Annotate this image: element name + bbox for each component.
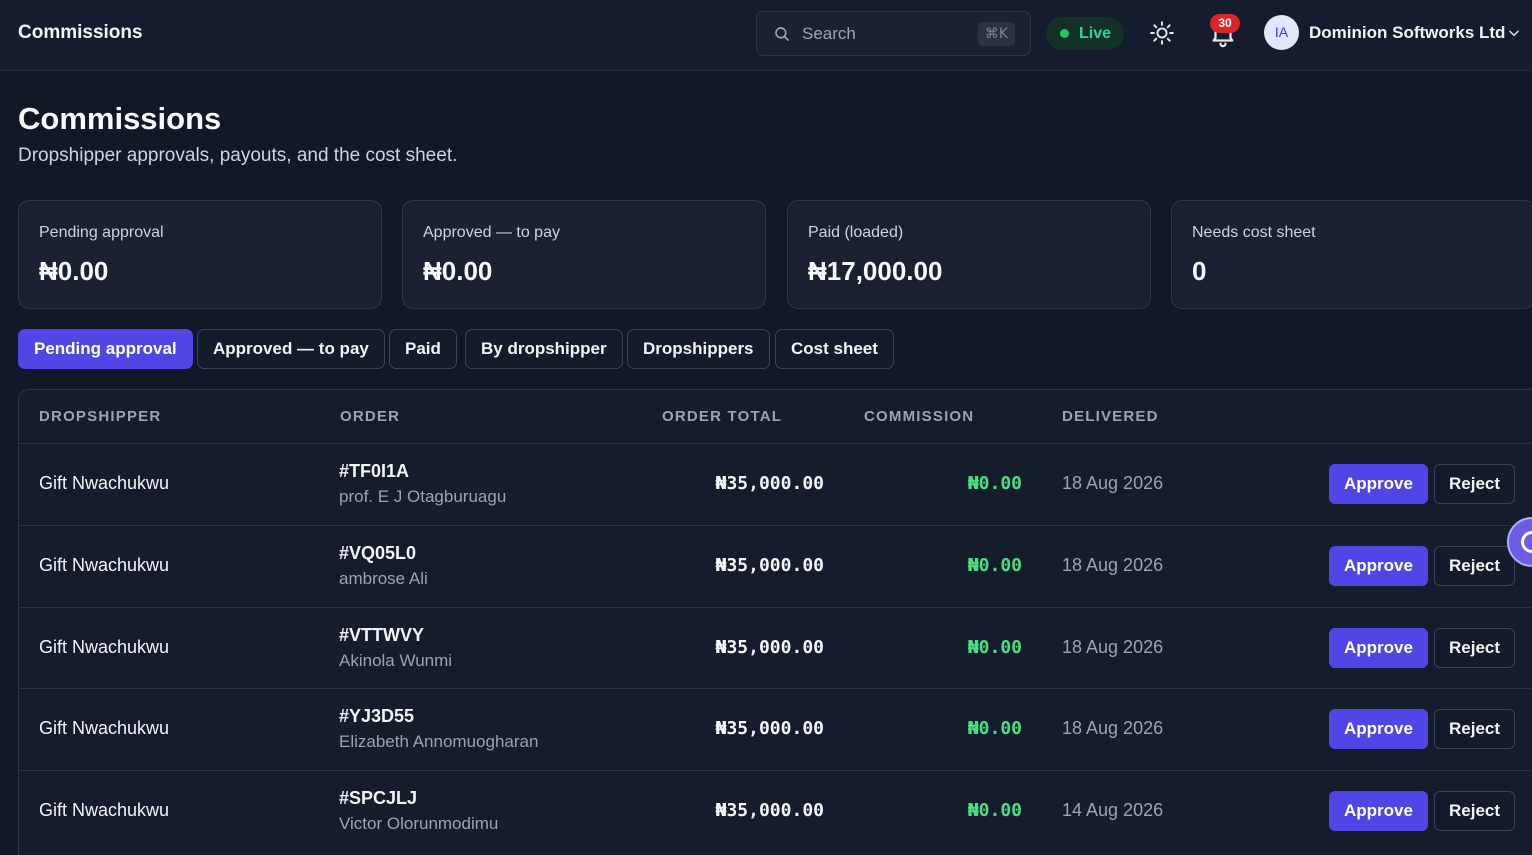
stat-card-pending-approval: Pending approval ₦0.00 <box>18 200 382 309</box>
search-box[interactable]: ⌘K <box>756 11 1031 56</box>
reject-button[interactable]: Reject <box>1434 791 1515 831</box>
commission-amount: ₦0.00 <box>967 555 1022 576</box>
delivered-date: 18 Aug 2026 <box>1062 637 1164 657</box>
stat-label: Paid (loaded) <box>808 224 904 241</box>
notification-count-badge: 30 <box>1210 14 1240 33</box>
order-id[interactable]: #TF0I1A <box>339 461 409 482</box>
table-row: Gift Nwachukwu #VQ05L0 ambrose Ali ₦35,0… <box>19 525 1532 607</box>
tab-dropshippers[interactable]: Dropshippers <box>627 329 770 369</box>
stat-card-paid-loaded: Paid (loaded) ₦17,000.00 <box>787 200 1151 309</box>
order-id[interactable]: #VQ05L0 <box>339 543 416 564</box>
search-icon <box>775 27 789 41</box>
stat-value: ₦0.00 <box>39 256 109 286</box>
commission-amount: ₦0.00 <box>967 718 1022 739</box>
column-header-dropshipper: Dropshipper <box>39 408 162 425</box>
commission-amount: ₦0.00 <box>967 800 1022 821</box>
commissions-table: Dropshipper Order Order total Commission… <box>18 389 1532 855</box>
tab-pending-approval[interactable]: Pending approval <box>18 329 193 369</box>
dropshipper-name: Gift Nwachukwu <box>39 473 170 493</box>
order-id[interactable]: #SPCJLJ <box>339 788 417 809</box>
order-total: ₦35,000.00 <box>715 718 824 739</box>
search-input[interactable] <box>802 22 962 46</box>
stat-value: 0 <box>1192 256 1207 286</box>
stat-label: Approved — to pay <box>423 224 560 241</box>
column-header-order-total: Order total <box>662 408 783 425</box>
reject-button[interactable]: Reject <box>1434 464 1515 504</box>
assistant-icon <box>1521 531 1532 553</box>
customer-name: prof. E J Otagburuagu <box>339 487 507 506</box>
commission-amount: ₦0.00 <box>967 637 1022 658</box>
app-title: Commissions <box>18 22 143 43</box>
reject-button[interactable]: Reject <box>1434 546 1515 586</box>
order-total: ₦35,000.00 <box>715 637 824 658</box>
approve-button[interactable]: Approve <box>1329 628 1428 668</box>
tab-by-dropshipper[interactable]: By dropshipper <box>465 329 623 369</box>
commission-amount: ₦0.00 <box>967 473 1022 494</box>
table-row: Gift Nwachukwu #YJ3D55 Elizabeth Annomuo… <box>19 688 1532 770</box>
reject-button[interactable]: Reject <box>1434 709 1515 749</box>
tab-paid[interactable]: Paid <box>389 329 457 369</box>
tab-approved-to-pay[interactable]: Approved — to pay <box>197 329 385 369</box>
column-header-delivered: Delivered <box>1062 408 1159 425</box>
customer-name: Victor Olorunmodimu <box>339 814 499 833</box>
stat-value: ₦0.00 <box>423 256 493 286</box>
order-id[interactable]: #VTTWVY <box>339 625 424 646</box>
top-bar: Commissions ⌘K Live 30 IA Dominion Softw… <box>0 0 1532 71</box>
table-row: Gift Nwachukwu #VTTWVY Akinola Wunmi ₦35… <box>19 607 1532 689</box>
order-total: ₦35,000.00 <box>715 555 824 576</box>
org-name[interactable]: Dominion Softworks Ltd <box>1309 23 1505 43</box>
customer-name: Akinola Wunmi <box>339 651 453 670</box>
table-row: Gift Nwachukwu #SPCJLJ Victor Olorunmodi… <box>19 770 1532 852</box>
delivered-date: 18 Aug 2026 <box>1062 718 1164 738</box>
dropshipper-name: Gift Nwachukwu <box>39 555 170 575</box>
order-total: ₦35,000.00 <box>715 800 824 821</box>
dropshipper-name: Gift Nwachukwu <box>39 800 170 820</box>
approve-button[interactable]: Approve <box>1329 791 1428 831</box>
chevron-down-icon[interactable] <box>1507 26 1521 40</box>
dropshipper-name: Gift Nwachukwu <box>39 718 170 738</box>
stat-label: Pending approval <box>39 224 164 241</box>
stat-card-approved-to-pay: Approved — to pay ₦0.00 <box>402 200 766 309</box>
live-dot-icon <box>1060 29 1069 38</box>
approve-button[interactable]: Approve <box>1329 709 1428 749</box>
column-header-order: Order <box>340 408 401 425</box>
stat-value: ₦17,000.00 <box>808 256 943 286</box>
table-row: Gift Nwachukwu #TF0I1A prof. E J Otagbur… <box>19 443 1532 525</box>
delivered-date: 14 Aug 2026 <box>1062 800 1164 820</box>
approve-button[interactable]: Approve <box>1329 546 1428 586</box>
order-id[interactable]: #YJ3D55 <box>339 706 414 727</box>
search-shortcut: ⌘K <box>977 22 1015 46</box>
avatar[interactable]: IA <box>1264 15 1299 50</box>
order-total: ₦35,000.00 <box>715 473 824 494</box>
stat-label: Needs cost sheet <box>1192 224 1316 241</box>
page-subtitle: Dropshipper approvals, payouts, and the … <box>18 145 458 166</box>
page-title: Commissions <box>18 101 222 136</box>
customer-name: Elizabeth Annomuogharan <box>339 732 539 751</box>
delivered-date: 18 Aug 2026 <box>1062 473 1164 493</box>
tab-cost-sheet[interactable]: Cost sheet <box>775 329 894 369</box>
customer-name: ambrose Ali <box>339 569 428 588</box>
live-label: Live <box>1079 25 1112 42</box>
stat-card-needs-cost-sheet: Needs cost sheet 0 <box>1171 200 1532 309</box>
live-status-badge[interactable]: Live <box>1046 17 1124 50</box>
reject-button[interactable]: Reject <box>1434 628 1515 668</box>
delivered-date: 18 Aug 2026 <box>1062 555 1164 575</box>
dropshipper-name: Gift Nwachukwu <box>39 637 170 657</box>
column-header-commission: Commission <box>864 408 975 425</box>
approve-button[interactable]: Approve <box>1329 464 1428 504</box>
sun-icon[interactable] <box>1149 20 1175 46</box>
